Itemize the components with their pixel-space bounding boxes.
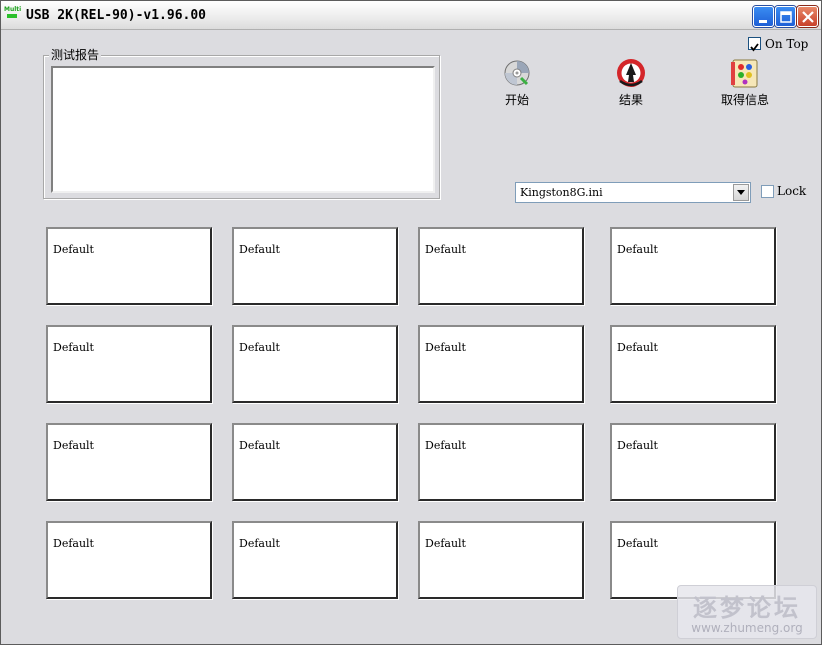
port-slot[interactable]: Default [232, 423, 398, 501]
lock-checkbox[interactable] [761, 185, 774, 198]
port-label: Default [53, 537, 94, 550]
port-label: Default [425, 439, 466, 452]
port-slot[interactable]: Default [46, 423, 212, 501]
chevron-down-icon [737, 190, 745, 195]
port-slot[interactable]: Default [232, 227, 398, 305]
port-label: Default [239, 439, 280, 452]
lock-label: Lock [777, 184, 807, 198]
app-window: Multi USB 2K(REL-90)-v1.96.00 测试报告 On To… [0, 0, 822, 645]
port-label: Default [53, 439, 94, 452]
port-slot[interactable]: Default [232, 521, 398, 599]
on-top-checkbox[interactable] [748, 37, 761, 52]
port-label: Default [617, 341, 658, 354]
port-slot[interactable]: Default [232, 325, 398, 403]
dropdown-arrow-button[interactable] [733, 184, 749, 201]
port-label: Default [53, 341, 94, 354]
port-label: Default [53, 243, 94, 256]
close-icon [802, 11, 814, 23]
title-bar[interactable]: Multi USB 2K(REL-90)-v1.96.00 [1, 1, 821, 30]
watermark-url: www.zhumeng.org [691, 621, 803, 635]
port-slot[interactable]: Default [610, 227, 776, 305]
port-label: Default [425, 537, 466, 550]
app-icon: Multi [4, 6, 21, 24]
get-info-label: 取得信息 [720, 93, 769, 107]
port-label: Default [617, 439, 658, 452]
port-label: Default [617, 243, 658, 256]
port-label: Default [425, 341, 466, 354]
disc-icon [504, 60, 530, 86]
watermark-text: 逐梦论坛 [693, 594, 801, 622]
result-label: 结果 [618, 93, 643, 107]
get-info-button[interactable]: 取得信息 [713, 57, 777, 109]
checkmark-icon [750, 43, 759, 52]
port-slot[interactable]: Default [418, 227, 584, 305]
port-slot[interactable]: Default [418, 325, 584, 403]
profile-selected-value: Kingston8G.ini [520, 186, 603, 199]
start-button[interactable]: 开始 [485, 57, 549, 109]
window-title: USB 2K(REL-90)-v1.96.00 [26, 8, 207, 23]
on-top-label: On Top [765, 37, 809, 51]
port-label: Default [239, 537, 280, 550]
port-slot[interactable]: Default [610, 423, 776, 501]
port-label: Default [425, 243, 466, 256]
maximize-icon [780, 11, 792, 23]
watermark: 逐梦论坛 www.zhumeng.org [677, 585, 817, 639]
port-label: Default [239, 243, 280, 256]
port-slot[interactable]: Default [610, 325, 776, 403]
result-logo-icon [617, 59, 645, 87]
port-slot[interactable]: Default [418, 423, 584, 501]
result-button[interactable]: 结果 [599, 57, 663, 109]
port-slot[interactable]: Default [46, 325, 212, 403]
start-label: 开始 [504, 93, 529, 107]
minimize-button[interactable] [753, 6, 774, 27]
report-legend: 测试报告 [49, 46, 102, 63]
port-slot[interactable]: Default [418, 521, 584, 599]
profile-select[interactable]: Kingston8G.ini [515, 182, 751, 203]
port-slot[interactable]: Default [46, 521, 212, 599]
port-label: Default [617, 537, 658, 550]
maximize-button[interactable] [775, 6, 796, 27]
port-slot[interactable]: Default [46, 227, 212, 305]
minimize-icon [759, 20, 767, 23]
report-textarea[interactable] [51, 66, 435, 193]
close-button[interactable] [797, 6, 818, 27]
port-label: Default [239, 341, 280, 354]
paint-palette-icon [731, 59, 758, 88]
